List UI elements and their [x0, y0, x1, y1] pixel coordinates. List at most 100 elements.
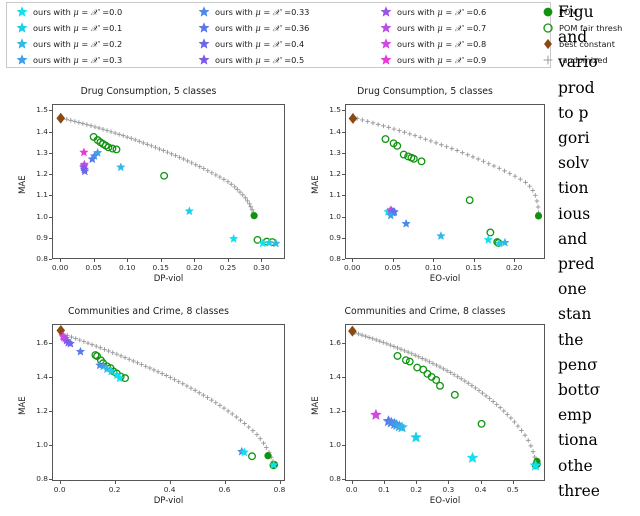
star-icon: [193, 36, 215, 52]
x-tick-label: 0.8: [273, 485, 286, 494]
series-ours: [370, 409, 542, 471]
y-tickmark: [49, 259, 52, 260]
x-tick-label: 0.00: [344, 263, 361, 272]
x-tick-label: 0.2: [108, 485, 121, 494]
filled-circle-icon: [537, 4, 559, 20]
legend-label: ours with μ = 𝒳′ =0.6: [397, 7, 487, 17]
star-icon: [375, 36, 397, 52]
y-tick-label: 1.5: [36, 105, 48, 115]
caption-line: and: [558, 229, 588, 248]
y-tickmark: [342, 259, 345, 260]
series-randomized: [352, 330, 539, 467]
y-tick-label: 0.9: [36, 232, 48, 242]
chart-title: Communities and Crime, 8 classes: [344, 306, 506, 317]
y-tick-label: 1.5: [329, 105, 341, 115]
chart-title: Drug Consumption, 5 classes: [80, 86, 217, 97]
x-tick-label: 0.30: [253, 263, 270, 272]
legend-label: ours with μ = 𝒳′ =0.0: [33, 7, 123, 17]
x-tick-label: 0.05: [85, 263, 102, 272]
caption-line: solv: [558, 154, 589, 173]
legend-label: ours with μ = 𝒳′ =0.1: [33, 23, 123, 33]
data-markers: [348, 325, 542, 471]
series-pom: [534, 212, 543, 220]
x-tickmark: [383, 481, 385, 484]
x-tick-label: 0.6: [218, 485, 231, 494]
chart-title: Communities and Crime, 8 classes: [68, 306, 229, 317]
series-best-constant: [56, 112, 66, 124]
x-tickmark: [127, 259, 129, 262]
x-tickmark: [480, 481, 482, 484]
y-tick-label: 0.8: [36, 474, 48, 484]
y-tick-label: 1.6: [36, 337, 48, 347]
caption-line: penσ: [558, 355, 598, 374]
legend-label: ours with μ = 𝒳′ =0.8: [397, 39, 487, 49]
star-icon: [193, 52, 215, 68]
caption-line: Figu: [558, 3, 594, 21]
star-icon: [375, 4, 397, 20]
caption-line: variσ: [558, 53, 599, 72]
x-tickmark: [93, 259, 95, 262]
x-axis-label: DP-viol: [153, 274, 184, 284]
caption-line: stan: [558, 305, 592, 324]
star-icon: [193, 4, 215, 20]
star-icon: [11, 4, 33, 20]
legend-label: ours with μ = 𝒳′ =0.9: [397, 55, 487, 65]
x-tick-label: 0.00: [51, 263, 69, 272]
x-tickmark: [416, 481, 418, 484]
x-tickmark: [433, 259, 435, 262]
diamond-icon: [537, 36, 559, 52]
chart-panel-top-right: Drug Consumption, 5 classes 0.00 0.05 0.10 0…: [305, 86, 555, 291]
caption-line: ious: [558, 204, 591, 223]
legend-label: ours with μ = 𝒳′ =0.5: [215, 55, 305, 65]
y-tick-label: 0.8: [36, 254, 48, 263]
plus-icon: [537, 52, 559, 68]
x-tick-label: 0.15: [465, 263, 482, 272]
caption-line: tiona: [558, 431, 598, 450]
x-axis-label: EO-viol: [429, 274, 461, 284]
y-tick-label: 0.8: [329, 474, 341, 484]
caption-line: emp: [558, 406, 592, 425]
x-tickmark: [60, 259, 62, 262]
x-tick-label: 0.05: [384, 263, 401, 272]
x-tick-label: 0.25: [219, 263, 237, 272]
x-tick-label: 0.4: [474, 485, 487, 494]
chart-title: Drug Consumption, 5 classes: [357, 86, 493, 97]
y-tick-label: 1.2: [36, 406, 48, 416]
caption-line: the: [558, 330, 584, 349]
legend-label: ours with μ = 𝒳′ =0.33: [215, 7, 310, 17]
x-tickmark: [392, 259, 394, 262]
x-axis-label: EO-viol: [429, 496, 461, 506]
x-axis-label: DP-viol: [153, 496, 184, 506]
data-markers: [56, 324, 279, 470]
chart-panel-bottom-right: Communities and Crime, 8 classes 0.0 0.1 0.…: [305, 306, 555, 516]
star-icon: [193, 20, 215, 36]
legend-label: ours with μ = 𝒳′ =0.7: [397, 23, 487, 33]
caption-line: and: [558, 28, 588, 47]
data-markers: [56, 112, 281, 248]
legend-label: ours with μ = 𝒳′ =0.2: [33, 39, 123, 49]
chart-panel-bottom-left: Communities and Crime, 8 classes 0.0 0.2 0.…: [12, 306, 297, 516]
x-tickmark: [227, 259, 229, 262]
x-tick-label: 0.15: [152, 263, 169, 272]
caption-line: bottσ: [558, 381, 601, 400]
y-tick-label: 1.4: [36, 371, 48, 381]
series-pom-fair-thresh: [381, 135, 503, 247]
x-tick-label: 0.4: [163, 485, 176, 494]
y-tick-label: 1.1: [329, 190, 341, 200]
x-tick-label: 0.1: [378, 485, 390, 494]
series-ours: [383, 205, 510, 248]
y-tick-label: 1.3: [36, 147, 48, 157]
y-tick-label: 1.2: [329, 406, 341, 416]
x-tickmark: [351, 481, 353, 484]
series-pom: [250, 212, 258, 220]
x-tickmark: [279, 481, 281, 484]
open-circle-icon: [537, 20, 559, 36]
y-tick-label: 1.0: [329, 211, 341, 221]
caption-line: tion: [558, 179, 589, 198]
series-pom-fair-thresh: [393, 351, 540, 470]
x-tickmark: [261, 259, 263, 262]
star-icon: [375, 52, 397, 68]
series-randomized: [354, 116, 541, 218]
x-tick-label: 0.10: [425, 263, 442, 272]
series-best-constant: [348, 112, 358, 124]
